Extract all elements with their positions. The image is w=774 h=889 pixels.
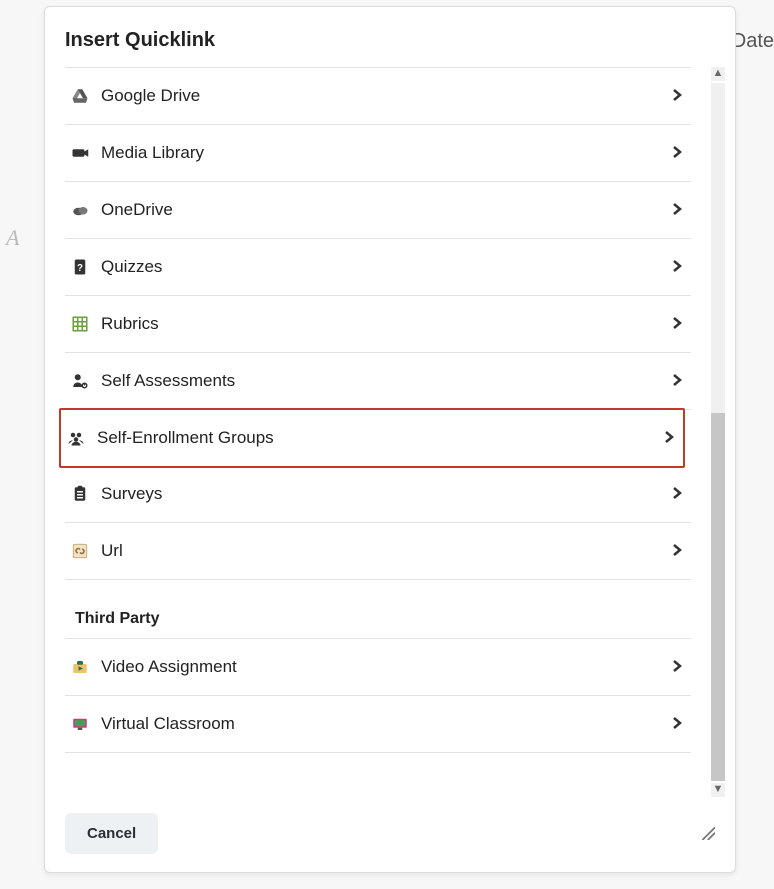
quicklink-item-onedrive[interactable]: OneDrive [65, 182, 691, 239]
modal-header: Insert Quicklink [45, 7, 735, 67]
chevron-right-icon [671, 146, 683, 161]
self-assessments-icon [65, 372, 95, 390]
quicklink-item-label: Virtual Classroom [95, 714, 671, 734]
svg-text:?: ? [77, 263, 83, 274]
chevron-right-icon [663, 431, 675, 446]
quicklink-item-label: Google Drive [95, 86, 671, 106]
close-button[interactable] [707, 23, 715, 57]
quicklink-item-label: Url [95, 541, 671, 561]
surveys-icon [65, 485, 95, 503]
self-enrollment-groups-icon [61, 429, 91, 447]
modal-footer: Cancel [45, 795, 735, 872]
url-icon [65, 542, 95, 560]
modal-title: Insert Quicklink [65, 29, 215, 52]
background-date-label: Date [732, 30, 774, 53]
quicklink-item-url[interactable]: Url [65, 523, 691, 580]
quicklink-item-virtual-classroom[interactable]: Virtual Classroom [65, 696, 691, 753]
quicklink-item-google-drive[interactable]: Google Drive [65, 67, 691, 125]
text-style-toolbar-icon[interactable]: A [6, 225, 19, 251]
quicklink-item-label: Self-Enrollment Groups [91, 428, 663, 448]
scrollbar-up-button[interactable]: ▲ [711, 67, 725, 81]
rubrics-icon [65, 315, 95, 333]
chevron-right-icon [671, 717, 683, 732]
quicklink-item-quizzes[interactable]: ? Quizzes [65, 239, 691, 296]
media-library-icon [65, 144, 95, 162]
chevron-right-icon [671, 487, 683, 502]
quicklink-item-rubrics[interactable]: Rubrics [65, 296, 691, 353]
chevron-right-icon [671, 89, 683, 104]
scrollbar-track[interactable] [711, 83, 725, 781]
video-assignment-icon [65, 658, 95, 676]
quicklink-item-media-library[interactable]: Media Library [65, 125, 691, 182]
quicklink-item-surveys[interactable]: Surveys [65, 466, 691, 523]
cancel-button[interactable]: Cancel [65, 813, 158, 854]
quicklink-list: Google Drive Media Library OneDrive? Quizze… [45, 67, 721, 753]
quicklink-item-self-enrollment-groups[interactable]: Self-Enrollment Groups [59, 408, 685, 468]
quicklink-item-label: Video Assignment [95, 657, 671, 677]
quicklink-item-video-assignment[interactable]: Video Assignment [65, 638, 691, 696]
quicklink-item-label: Self Assessments [95, 371, 671, 391]
quicklink-item-label: Rubrics [95, 314, 671, 334]
quicklink-item-label: OneDrive [95, 200, 671, 220]
modal-scroll-area: Google Drive Media Library OneDrive? Quizze… [45, 67, 731, 797]
third-party-section-title: Third Party [65, 580, 691, 638]
chevron-right-icon [671, 660, 683, 675]
quicklink-item-label: Surveys [95, 484, 671, 504]
chevron-right-icon [671, 260, 683, 275]
chevron-right-icon [671, 374, 683, 389]
virtual-classroom-icon [65, 715, 95, 733]
quicklink-item-self-assessments[interactable]: Self Assessments [65, 353, 691, 410]
quicklink-item-label: Media Library [95, 143, 671, 163]
insert-quicklink-modal: Insert Quicklink Google Drive Media Libra… [44, 6, 736, 873]
resize-grip-icon[interactable] [697, 822, 715, 845]
quizzes-icon: ? [65, 258, 95, 276]
chevron-right-icon [671, 544, 683, 559]
chevron-right-icon [671, 317, 683, 332]
onedrive-icon [65, 201, 95, 219]
chevron-right-icon [671, 203, 683, 218]
google-drive-icon [65, 87, 95, 105]
quicklink-item-label: Quizzes [95, 257, 671, 277]
scrollbar-thumb[interactable] [711, 413, 725, 781]
